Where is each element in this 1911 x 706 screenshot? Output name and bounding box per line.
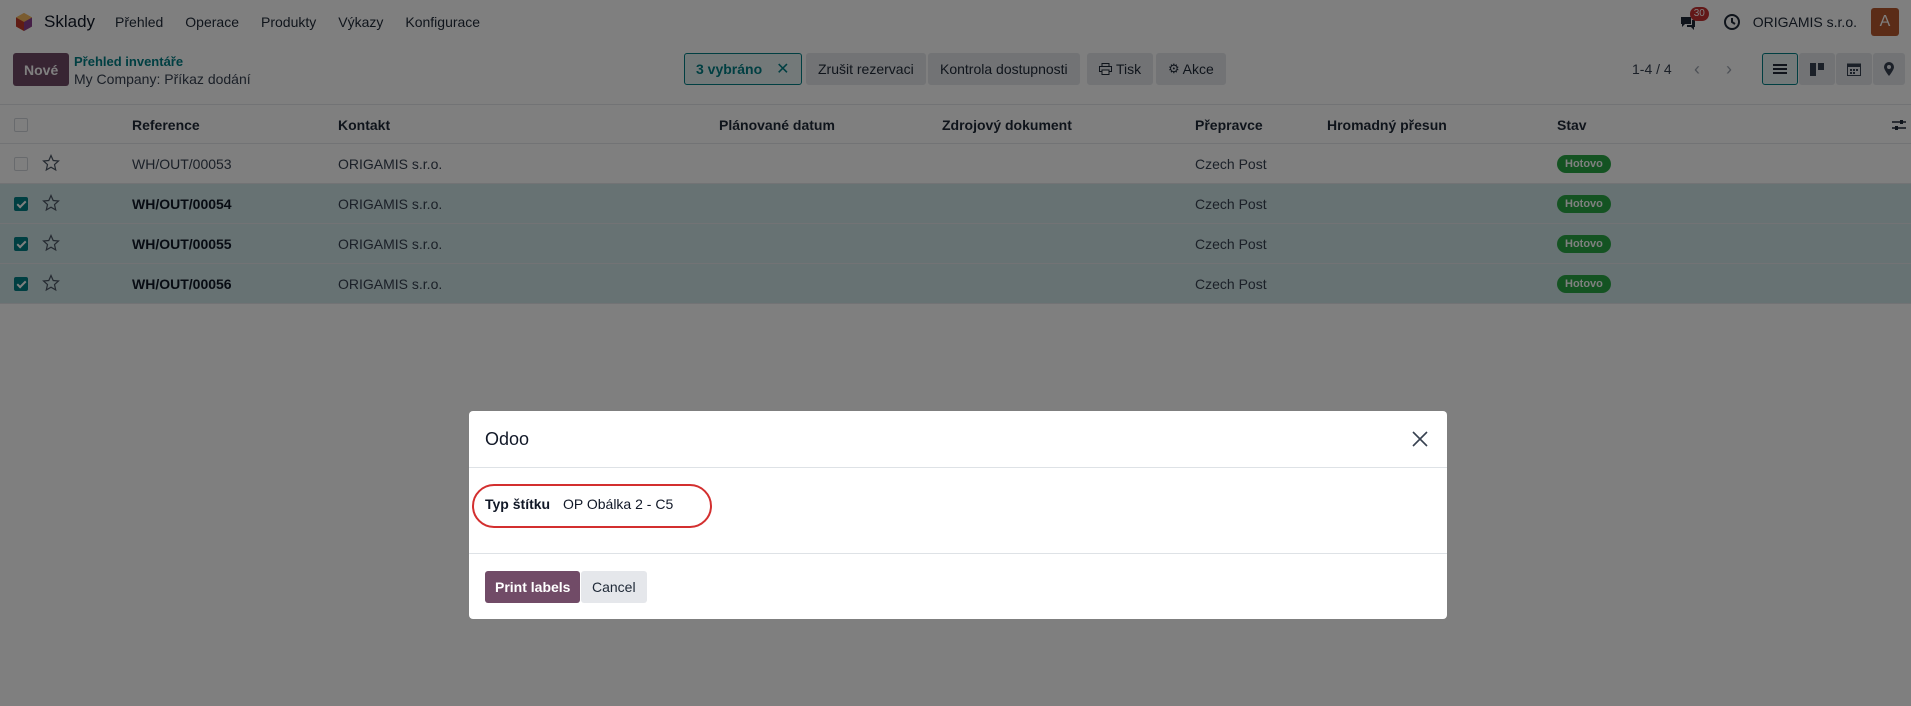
dialog-header: Odoo	[469, 411, 1447, 468]
dialog-title: Odoo	[485, 428, 530, 449]
label-type-field[interactable]: OP Obálka 2 - C5	[563, 496, 673, 512]
print-labels-dialog: Odoo Typ štítku OP Obálka 2 - C5 Print l…	[469, 411, 1447, 619]
dialog-footer: Print labels Cancel	[469, 554, 1447, 618]
label-type-label: Typ štítku	[485, 496, 551, 512]
dialog-body: Typ štítku OP Obálka 2 - C5	[469, 468, 1447, 554]
print-labels-button[interactable]: Print labels	[485, 571, 581, 603]
cancel-button[interactable]: Cancel	[581, 571, 647, 603]
modal-backdrop[interactable]: Odoo Typ štítku OP Obálka 2 - C5 Print l…	[0, 0, 1911, 706]
close-icon[interactable]	[1411, 430, 1429, 448]
